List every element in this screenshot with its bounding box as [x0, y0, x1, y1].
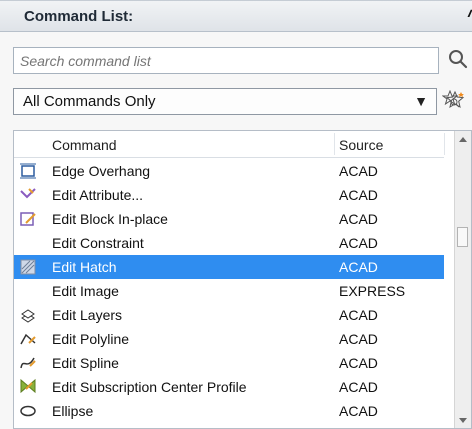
edit-attribute-icon: [20, 188, 36, 199]
search-icon[interactable]: [446, 47, 470, 71]
command-source: ACAD: [339, 163, 378, 179]
command-name: Edit Constraint: [52, 235, 144, 251]
command-name: Edit Hatch: [52, 259, 117, 275]
table-row[interactable]: Edit Subscription Center Profile ACAD: [14, 375, 444, 399]
command-source: EXPRESS: [339, 283, 406, 299]
ellipse-icon: [20, 405, 36, 417]
command-list-table: Command Source Edge Overhang ACAD Edit A…: [13, 130, 472, 429]
command-source: ACAD: [339, 403, 378, 419]
chevron-down-icon: ▼: [414, 93, 428, 109]
table-row[interactable]: Edit Polyline ACAD: [14, 327, 444, 351]
edit-polyline-icon: [20, 333, 36, 345]
edit-layers-icon: [21, 309, 35, 323]
search-field[interactable]: [13, 47, 439, 74]
table-row[interactable]: Edit Spline ACAD: [14, 351, 444, 375]
table-row-selected[interactable]: Edit Hatch ACAD: [14, 255, 444, 279]
scroll-thumb[interactable]: [457, 227, 468, 247]
table-rows: Edge Overhang ACAD Edit Attribute... ACA…: [14, 159, 444, 428]
table-row[interactable]: Edit Image EXPRESS: [14, 279, 444, 303]
subscription-center-icon: [20, 378, 36, 394]
scroll-up-icon[interactable]: [459, 137, 467, 142]
command-name: Edit Subscription Center Profile: [52, 379, 247, 395]
command-source: ACAD: [339, 379, 378, 395]
command-name: Edit Image: [52, 283, 119, 299]
command-name: Edit Block In-place: [52, 211, 168, 227]
command-source: ACAD: [339, 355, 378, 371]
edit-spline-icon: [20, 357, 36, 369]
edge-overhang-icon: [20, 163, 36, 179]
edit-block-icon: [20, 212, 36, 226]
table-row[interactable]: Edit Attribute... ACAD: [14, 183, 444, 207]
command-name: Edit Attribute...: [52, 187, 144, 203]
column-divider: [444, 133, 445, 155]
command-name: Ellipse: [52, 403, 94, 419]
command-name: Edge Overhang: [52, 163, 151, 179]
table-row[interactable]: Edit Constraint ACAD: [14, 231, 444, 255]
column-header-command[interactable]: Command: [52, 137, 117, 153]
command-list-panel: Command List: ^ All Commands Only ▼ Comm…: [0, 0, 472, 429]
panel-header: Command List: ^: [0, 0, 472, 32]
command-source: ACAD: [339, 259, 378, 275]
edit-hatch-icon: [20, 259, 36, 275]
command-name: Edit Spline: [52, 355, 119, 371]
table-header: Command Source: [14, 131, 445, 158]
command-source: ACAD: [339, 211, 378, 227]
panel-title: Command List:: [24, 8, 134, 25]
column-divider: [334, 133, 335, 155]
command-source: ACAD: [339, 307, 378, 323]
command-source: ACAD: [339, 187, 378, 203]
vertical-scrollbar[interactable]: [454, 131, 471, 428]
table-row[interactable]: Ellipse ACAD: [14, 399, 444, 423]
column-header-source[interactable]: Source: [339, 137, 383, 153]
star-add-icon[interactable]: [444, 90, 466, 112]
dropdown-selected-value: All Commands Only: [23, 93, 156, 110]
table-row[interactable]: Edit Block In-place ACAD: [14, 207, 444, 231]
search-input[interactable]: [14, 48, 438, 73]
collapse-icon[interactable]: ^: [467, 7, 472, 24]
command-filter-dropdown[interactable]: All Commands Only ▼: [13, 88, 437, 115]
command-source: ACAD: [339, 235, 378, 251]
scroll-down-icon[interactable]: [459, 418, 467, 423]
command-name: Edit Polyline: [52, 331, 130, 347]
table-row[interactable]: Edit Layers ACAD: [14, 303, 444, 327]
command-source: ACAD: [339, 331, 378, 347]
table-row[interactable]: Edge Overhang ACAD: [14, 159, 444, 183]
command-name: Edit Layers: [52, 307, 123, 323]
